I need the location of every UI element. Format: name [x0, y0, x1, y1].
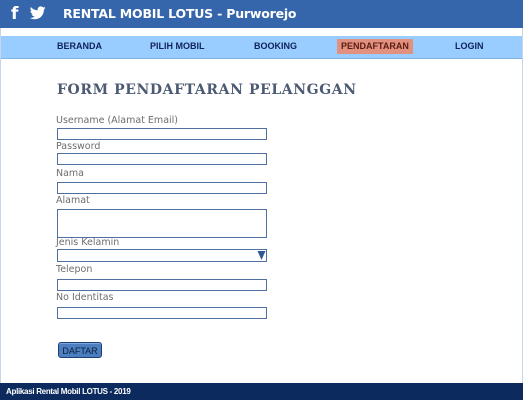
- jenis-kelamin-label: Jenis Kelamin: [56, 237, 120, 248]
- footer: Aplikasi Rental Mobil LOTUS - 2019: [0, 383, 523, 400]
- facebook-icon[interactable]: f: [11, 5, 18, 23]
- chevron-down-icon[interactable]: [257, 250, 266, 261]
- footer-text: Aplikasi Rental Mobil LOTUS - 2019: [6, 387, 131, 396]
- nav-item-beranda[interactable]: BERANDA: [57, 39, 102, 54]
- jenis-kelamin-select[interactable]: [57, 249, 267, 262]
- nav-item-booking[interactable]: BOOKING: [254, 39, 297, 54]
- form-title: FORM PENDAFTARAN PELANGGAN: [57, 82, 357, 98]
- no-identitas-label: No Identitas: [56, 292, 114, 303]
- password-label: Password: [56, 141, 101, 152]
- telepon-label: Telepon: [56, 264, 93, 275]
- username-input[interactable]: [57, 128, 267, 140]
- username-label: Username (Alamat Email): [56, 115, 178, 126]
- password-input[interactable]: [57, 153, 267, 165]
- twitter-icon[interactable]: [30, 5, 46, 20]
- nav-item-pilih-mobil[interactable]: PILIH MOBIL: [150, 39, 205, 54]
- nama-input[interactable]: [57, 182, 267, 194]
- alamat-label: Alamat: [56, 195, 90, 206]
- no-identitas-input[interactable]: [57, 307, 267, 319]
- header-bar: f RENTAL MOBIL LOTUS - Purworejo: [0, 0, 523, 28]
- content-border-left: [0, 28, 1, 383]
- nav-bar: BERANDA PILIH MOBIL BOOKING PENDAFTARAN …: [0, 36, 523, 59]
- daftar-button[interactable]: DAFTAR: [58, 342, 102, 358]
- page: f RENTAL MOBIL LOTUS - Purworejo BERANDA…: [0, 0, 523, 400]
- nama-label: Nama: [56, 168, 85, 179]
- nav-item-pendaftaran[interactable]: PENDAFTARAN: [337, 39, 413, 54]
- app-title: RENTAL MOBIL LOTUS - Purworejo: [63, 6, 297, 21]
- alamat-textarea[interactable]: [57, 209, 267, 238]
- telepon-input[interactable]: [57, 279, 267, 291]
- nav-item-login[interactable]: LOGIN: [455, 39, 484, 54]
